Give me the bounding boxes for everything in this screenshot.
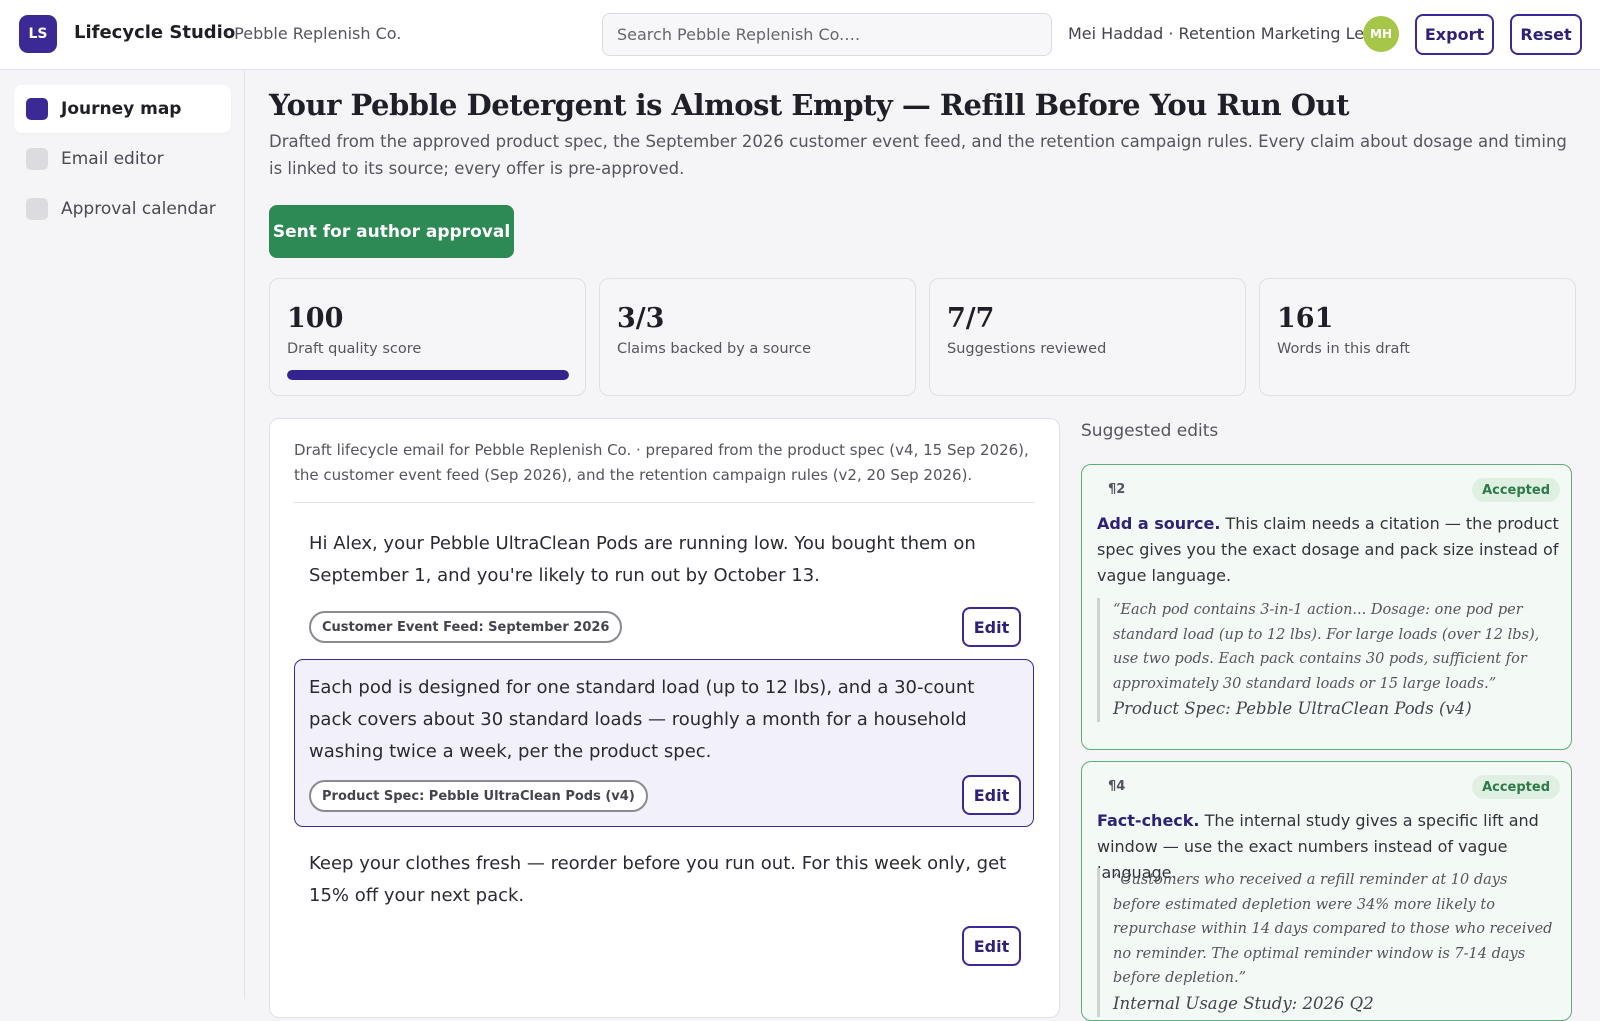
edit-button[interactable]: Edit bbox=[962, 775, 1021, 815]
sidebar-item-approval-calendar[interactable]: Approval calendar bbox=[14, 185, 231, 233]
reset-button[interactable]: Reset bbox=[1510, 14, 1582, 55]
stat-card-suggestions: 7/7 Suggestions reviewed bbox=[929, 278, 1246, 396]
sidebar-item-label: Email editor bbox=[61, 149, 164, 169]
sidebar-item-email-editor[interactable]: Email editor bbox=[14, 135, 231, 183]
suggestion-card[interactable]: ¶4 Accepted Fact-check. The internal stu… bbox=[1081, 761, 1572, 1021]
main-content: Your Pebble Detergent is Almost Empty — … bbox=[245, 70, 1600, 1021]
quote-text: “Customers who received a refill reminde… bbox=[1113, 872, 1553, 986]
suggestion-action: Add a source. bbox=[1097, 514, 1221, 533]
draft-paragraph-2[interactable]: Each pod is designed for one standard lo… bbox=[294, 659, 1034, 827]
draft-intro: Draft lifecycle email for Pebble Repleni… bbox=[294, 441, 1029, 484]
divider bbox=[294, 502, 1034, 503]
quote-text: “Each pod contains 3-in-1 action... Dosa… bbox=[1113, 602, 1540, 692]
sidebar: Journey map Email editor Approval calend… bbox=[0, 70, 245, 999]
stat-value: 161 bbox=[1277, 303, 1334, 334]
paragraph-text: Each pod is designed for one standard lo… bbox=[309, 677, 975, 762]
sidebar-item-label: Approval calendar bbox=[61, 199, 216, 219]
stat-card-quality-score: 100 Draft quality score bbox=[269, 278, 586, 396]
page-title: Your Pebble Detergent is Almost Empty — … bbox=[269, 88, 1350, 122]
suggestions-heading: Suggested edits bbox=[1081, 421, 1219, 441]
paragraph-ref: ¶4 bbox=[1108, 779, 1126, 794]
paragraph-ref: ¶2 bbox=[1108, 482, 1126, 497]
approval-calendar-icon bbox=[26, 198, 48, 220]
suggestion-body: Add a source. This claim needs a citatio… bbox=[1097, 511, 1559, 589]
draft-paragraph-3[interactable]: Keep your clothes fresh — reorder before… bbox=[294, 835, 1034, 975]
app-logo: LS bbox=[19, 15, 57, 53]
source-chip[interactable]: Customer Event Feed: September 2026 bbox=[309, 611, 623, 643]
status-badge: Accepted bbox=[1472, 478, 1560, 502]
stat-card-claims: 3/3 Claims backed by a source bbox=[599, 278, 916, 396]
quality-progress-bar bbox=[287, 370, 569, 380]
stat-card-words: 161 Words in this draft bbox=[1259, 278, 1576, 396]
app-name: Lifecycle Studio bbox=[74, 22, 236, 43]
status-badge: Accepted bbox=[1472, 775, 1560, 799]
source-quote: “Each pod contains 3-in-1 action... Dosa… bbox=[1097, 598, 1559, 722]
export-button[interactable]: Export bbox=[1415, 14, 1494, 55]
suggestion-action: Fact-check. bbox=[1097, 811, 1200, 830]
source-chip[interactable]: Product Spec: Pebble UltraClean Pods (v4… bbox=[309, 780, 648, 812]
page-description: Drafted from the approved product spec, … bbox=[269, 132, 1567, 178]
stat-value: 3/3 bbox=[617, 303, 665, 334]
quote-source: Internal Usage Study: 2026 Q2 bbox=[1113, 993, 1374, 1013]
paragraph-text: Keep your clothes fresh — reorder before… bbox=[309, 853, 1007, 906]
quality-progress-fill bbox=[287, 370, 569, 380]
edit-button[interactable]: Edit bbox=[962, 926, 1021, 966]
edit-button[interactable]: Edit bbox=[962, 607, 1021, 647]
draft-panel: Draft lifecycle email for Pebble Repleni… bbox=[269, 418, 1060, 1018]
stat-value: 100 bbox=[287, 303, 344, 334]
email-editor-icon bbox=[26, 148, 48, 170]
source-quote: “Customers who received a refill reminde… bbox=[1097, 868, 1559, 1017]
search-input[interactable] bbox=[602, 13, 1052, 56]
sidebar-item-journey-map[interactable]: Journey map bbox=[14, 85, 231, 133]
quote-source: Product Spec: Pebble UltraClean Pods (v4… bbox=[1113, 699, 1472, 718]
org-name: · Pebble Replenish Co. bbox=[224, 24, 402, 43]
draft-paragraph-1[interactable]: Hi Alex, your Pebble UltraClean Pods are… bbox=[294, 515, 1034, 650]
stat-label: Suggestions reviewed bbox=[947, 341, 1107, 357]
stat-label: Claims backed by a source bbox=[617, 341, 812, 357]
sidebar-item-label: Journey map bbox=[61, 99, 182, 119]
stat-label: Words in this draft bbox=[1277, 341, 1410, 357]
suggestion-card[interactable]: ¶2 Accepted Add a source. This claim nee… bbox=[1081, 464, 1572, 750]
paragraph-text: Hi Alex, your Pebble UltraClean Pods are… bbox=[309, 533, 976, 586]
stat-label: Draft quality score bbox=[287, 341, 422, 357]
top-bar: LS Lifecycle Studio · Pebble Replenish C… bbox=[0, 0, 1600, 70]
journey-map-icon bbox=[26, 98, 48, 120]
stat-value: 7/7 bbox=[947, 303, 995, 334]
avatar[interactable]: MH bbox=[1363, 16, 1399, 52]
user-name: Mei Haddad · Retention Marketing Lead bbox=[1068, 24, 1385, 43]
approval-status-button[interactable]: Sent for author approval bbox=[269, 205, 514, 258]
